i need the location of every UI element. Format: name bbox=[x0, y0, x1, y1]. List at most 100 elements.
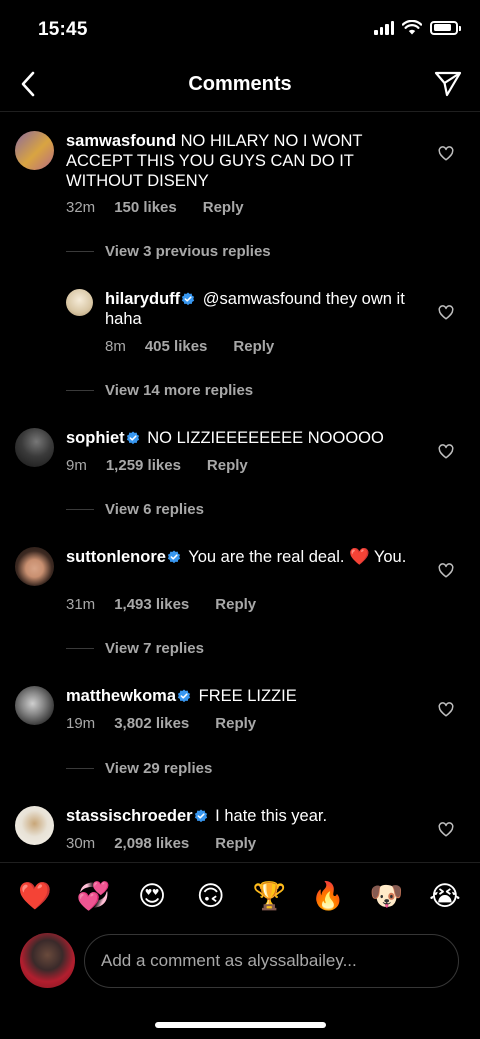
view-replies-label: View 3 previous replies bbox=[105, 243, 271, 260]
comment-text: I hate this year. bbox=[215, 807, 328, 825]
comment-time: 19m bbox=[66, 715, 96, 732]
like-button[interactable] bbox=[436, 302, 456, 322]
heart-outline-icon bbox=[438, 562, 454, 578]
battery-icon bbox=[430, 20, 461, 35]
divider-line bbox=[66, 768, 94, 769]
page-title: Comments bbox=[188, 73, 292, 95]
emoji-bar: ❤️ 💞 😍 🙃 🏆 🔥 🐶 😭 bbox=[0, 862, 480, 928]
status-time: 15:45 bbox=[38, 19, 88, 40]
emoji-upside-down-face[interactable]: 🙃 bbox=[194, 879, 228, 913]
verified-badge-icon bbox=[167, 550, 181, 564]
emoji-revolving-hearts[interactable]: 💞 bbox=[77, 879, 111, 913]
like-button[interactable] bbox=[436, 560, 456, 580]
status-icons bbox=[374, 20, 461, 35]
view-replies-button[interactable]: View 3 previous replies bbox=[66, 243, 271, 260]
comment-text: You are the real deal. ❤️ You. bbox=[188, 548, 407, 566]
comments-list[interactable]: samwasfound NO HILARY NO I WONT ACCEPT T… bbox=[0, 113, 480, 861]
verified-badge-icon bbox=[182, 292, 195, 306]
avatar[interactable] bbox=[15, 131, 54, 170]
view-replies-label: View 14 more replies bbox=[105, 382, 254, 399]
comment-username[interactable]: matthewkoma bbox=[66, 687, 176, 705]
comment-likes[interactable]: 3,802 likes bbox=[114, 715, 189, 732]
avatar[interactable] bbox=[15, 428, 54, 467]
comment-text-block: sophiet NO LIZZIEEEEEEEE NOOOOO bbox=[66, 428, 416, 448]
verified-badge-icon bbox=[177, 689, 191, 703]
reply-button[interactable]: Reply bbox=[215, 596, 256, 613]
view-replies-button[interactable]: View 6 replies bbox=[66, 501, 204, 518]
emoji-heart-eyes[interactable]: 😍 bbox=[135, 879, 169, 913]
comment-meta: 31m 1,493 likes Reply bbox=[66, 596, 256, 613]
reply-button[interactable]: Reply bbox=[233, 338, 274, 355]
reply-button[interactable]: Reply bbox=[215, 715, 256, 732]
comment-username[interactable]: samwasfound bbox=[66, 132, 176, 150]
comment-text-block: matthewkoma FREE LIZZIE bbox=[66, 686, 416, 706]
comment-likes[interactable]: 405 likes bbox=[145, 338, 208, 355]
like-button[interactable] bbox=[436, 143, 456, 163]
wifi-icon bbox=[402, 20, 422, 35]
comment-meta: 8m 405 likes Reply bbox=[105, 338, 274, 355]
comment-username[interactable]: hilaryduff bbox=[105, 290, 180, 308]
my-avatar[interactable] bbox=[20, 933, 75, 988]
emoji-crying[interactable]: 😭 bbox=[428, 879, 462, 913]
reply-button[interactable]: Reply bbox=[215, 835, 256, 852]
comment-text-block: samwasfound NO HILARY NO I WONT ACCEPT T… bbox=[66, 131, 416, 191]
divider-line bbox=[66, 509, 94, 510]
comment-input[interactable] bbox=[84, 934, 459, 988]
emoji-dog[interactable]: 🐶 bbox=[369, 879, 404, 913]
comment-text-block: suttonlenore You are the real deal. ❤️ Y… bbox=[66, 547, 416, 567]
avatar[interactable] bbox=[15, 806, 54, 845]
comment-username[interactable]: suttonlenore bbox=[66, 548, 166, 566]
comment-time: 30m bbox=[66, 835, 96, 852]
view-replies-button[interactable]: View 7 replies bbox=[66, 640, 204, 657]
divider-line bbox=[66, 648, 94, 649]
share-button[interactable] bbox=[430, 66, 466, 102]
comment-time: 9m bbox=[66, 457, 87, 474]
heart-outline-icon bbox=[438, 821, 454, 837]
header: Comments bbox=[0, 56, 480, 112]
divider-line bbox=[66, 390, 94, 391]
heart-outline-icon bbox=[438, 701, 454, 717]
comment-time: 8m bbox=[105, 338, 126, 355]
reply-button[interactable]: Reply bbox=[207, 457, 248, 474]
comment-username[interactable]: sophiet bbox=[66, 429, 125, 447]
comment-text: NO LIZZIEEEEEEEE NOOOOO bbox=[147, 429, 384, 447]
view-replies-button[interactable]: View 14 more replies bbox=[66, 382, 253, 399]
comment-likes[interactable]: 1,259 likes bbox=[106, 457, 181, 474]
comment-likes[interactable]: 2,098 likes bbox=[114, 835, 189, 852]
comment-likes[interactable]: 150 likes bbox=[114, 199, 177, 216]
reply-button[interactable]: Reply bbox=[203, 199, 244, 216]
comment-time: 31m bbox=[66, 596, 96, 613]
verified-badge-icon bbox=[194, 809, 207, 823]
comment-username[interactable]: stassischroeder bbox=[66, 807, 193, 825]
heart-outline-icon bbox=[438, 443, 454, 459]
view-replies-label: View 29 replies bbox=[105, 760, 213, 777]
like-button[interactable] bbox=[436, 699, 456, 719]
avatar[interactable] bbox=[66, 289, 93, 316]
emoji-trophy[interactable]: 🏆 bbox=[252, 879, 286, 913]
verified-badge-icon bbox=[126, 431, 139, 445]
emoji-heart[interactable]: ❤️ bbox=[18, 879, 52, 913]
heart-outline-icon bbox=[438, 145, 454, 161]
emoji-fire[interactable]: 🔥 bbox=[311, 879, 345, 913]
cellular-signal-icon bbox=[374, 20, 394, 35]
divider-line bbox=[66, 251, 94, 252]
battery-level bbox=[433, 24, 452, 31]
comments-screen: 15:45 Comments samwasfound NO HILARY NO … bbox=[0, 0, 480, 1039]
comment-likes[interactable]: 1,493 likes bbox=[114, 596, 189, 613]
avatar[interactable] bbox=[15, 686, 54, 725]
comment-composer bbox=[0, 931, 480, 991]
view-replies-button[interactable]: View 29 replies bbox=[66, 760, 212, 777]
paper-plane-icon bbox=[434, 71, 462, 97]
view-replies-label: View 6 replies bbox=[105, 501, 204, 518]
like-button[interactable] bbox=[436, 441, 456, 461]
home-indicator[interactable] bbox=[155, 1022, 326, 1028]
comment-meta: 19m 3,802 likes Reply bbox=[66, 715, 256, 732]
comment-text-block: stassischroeder I hate this year. bbox=[66, 806, 416, 826]
avatar[interactable] bbox=[15, 547, 54, 586]
comment-meta: 9m 1,259 likes Reply bbox=[66, 457, 248, 474]
status-bar: 15:45 bbox=[0, 0, 480, 56]
view-replies-label: View 7 replies bbox=[105, 640, 204, 657]
comment-text-block: hilaryduff @samwasfound they own it haha bbox=[105, 289, 420, 329]
like-button[interactable] bbox=[436, 819, 456, 839]
heart-outline-icon bbox=[438, 304, 454, 320]
